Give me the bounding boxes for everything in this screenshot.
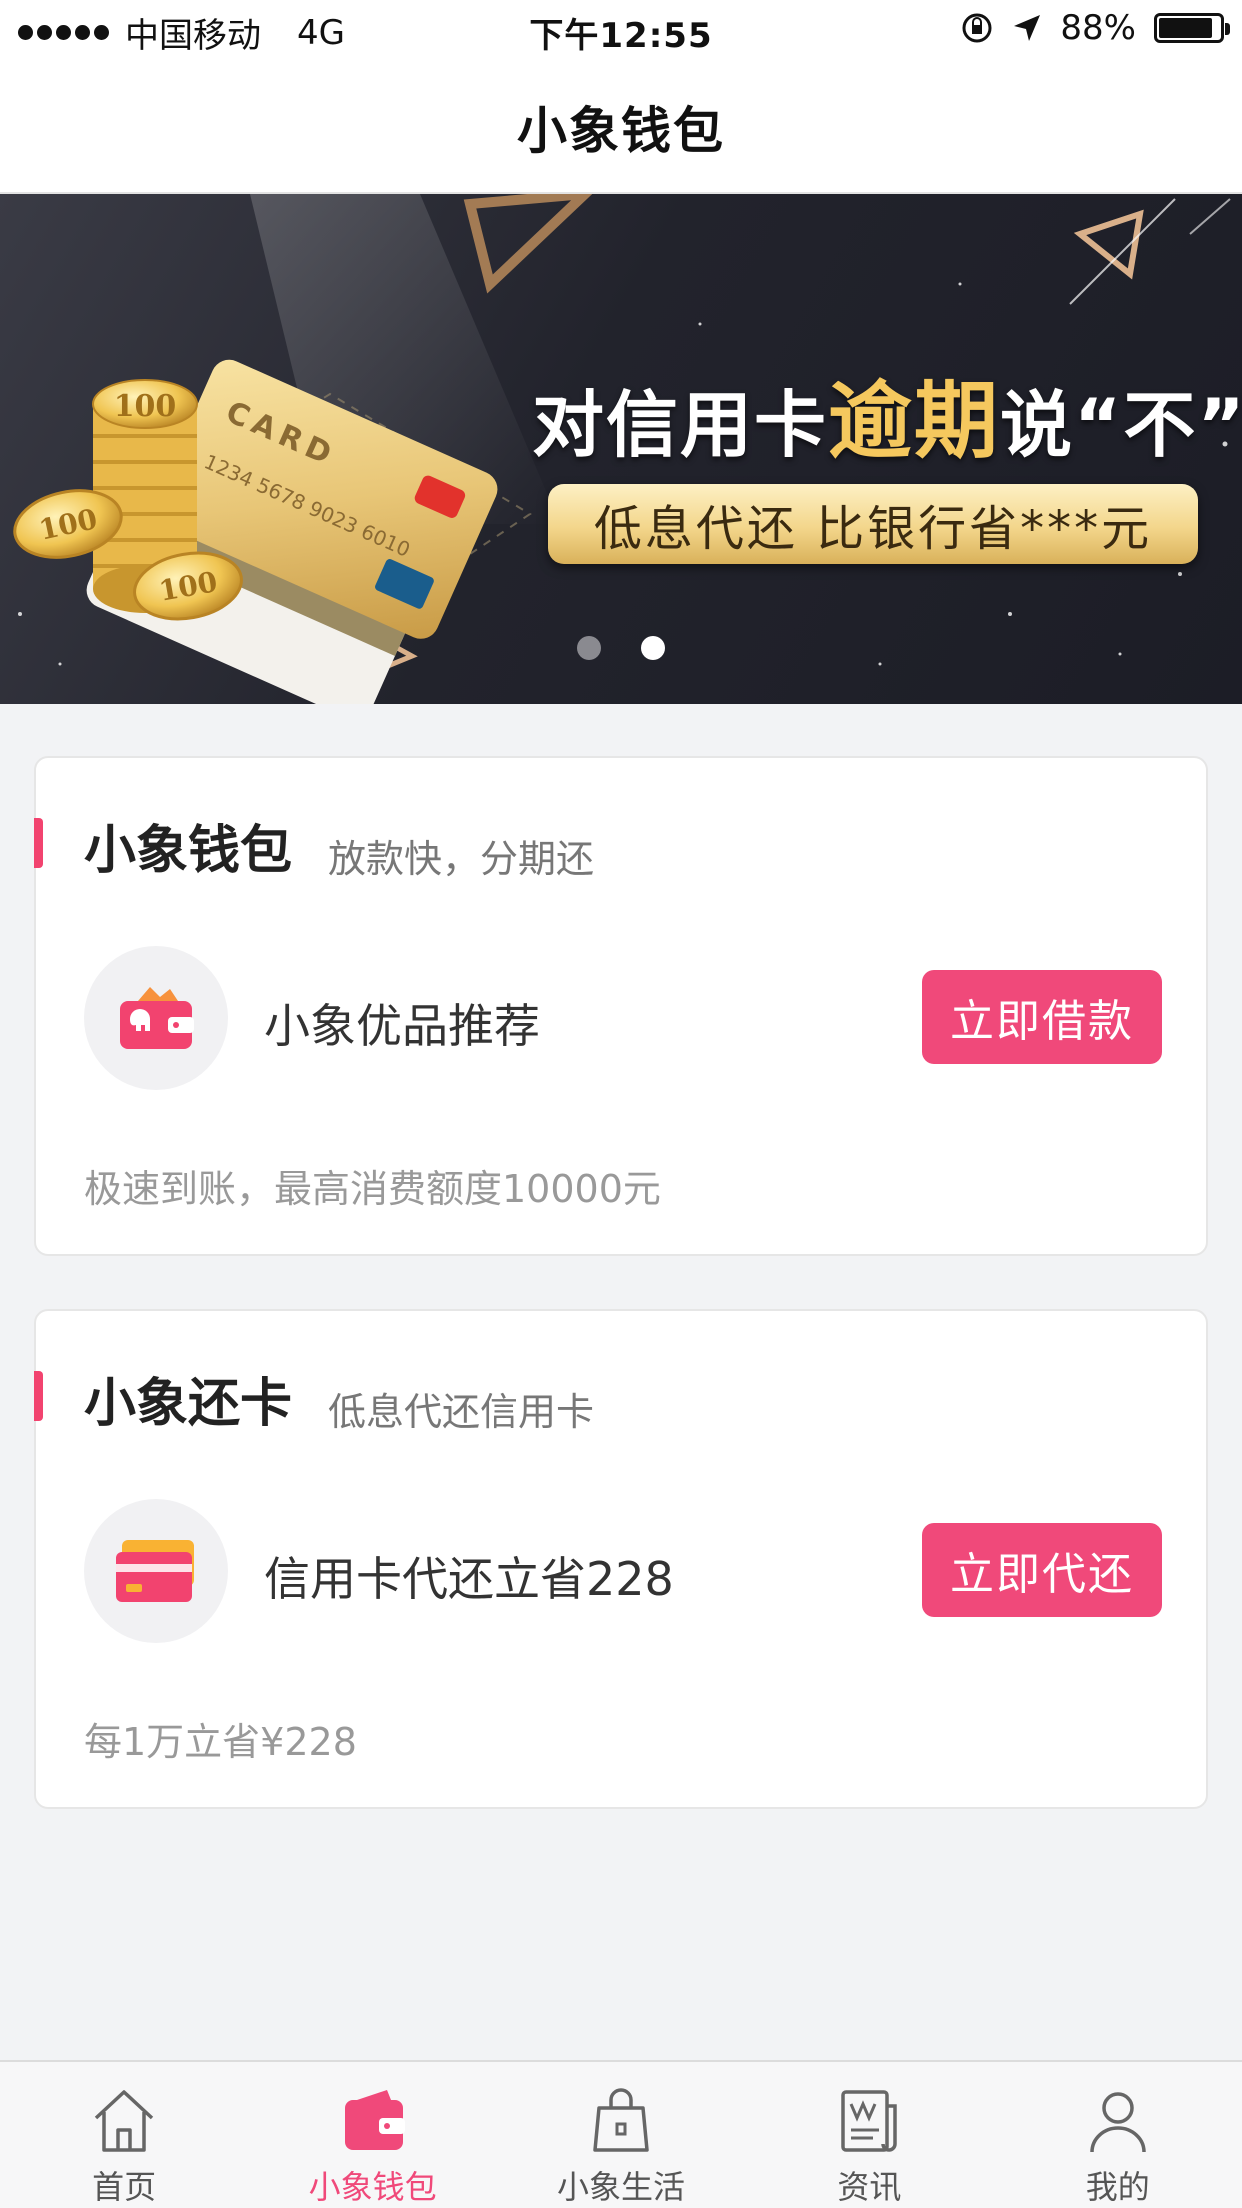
banner-headline: 对信用卡逾期说“不”: [532, 354, 1242, 475]
tab-label: 我的: [1085, 2168, 1150, 2206]
section-accent-bar: [34, 818, 43, 868]
tab-label: 小象钱包: [308, 2168, 437, 2206]
section-accent-bar: [34, 1371, 43, 1421]
card-repay-card: 小象还卡 低息代还信用卡 信用卡代还立省228 立即代还 每1万立省¥228: [34, 1309, 1208, 1809]
card-footer: 每1万立省¥228: [84, 1720, 357, 1764]
carousel-dot[interactable]: [641, 636, 665, 660]
promo-banner[interactable]: CARD 1234 5678 9023 6010 100 100 100 对信用…: [0, 194, 1242, 704]
shopping-bag-icon: [593, 2088, 649, 2152]
tab-label: 小象生活: [556, 2168, 685, 2206]
wallet-icon: [344, 2090, 405, 2150]
status-bar: 中国移动 4G 下午12:55 88%: [0, 0, 1242, 62]
card-subtitle: 低息代还信用卡: [328, 1390, 595, 1434]
coin-label: 100: [114, 389, 177, 424]
item-label[interactable]: 小象优品推荐: [264, 990, 540, 1056]
tab-me[interactable]: 我的: [994, 2062, 1242, 2208]
tab-label: 资讯: [837, 2168, 902, 2206]
headline-pre: 对信用卡: [532, 383, 829, 467]
banner-pill: 低息代还 比银行省***元: [548, 484, 1198, 564]
tab-life[interactable]: 小象生活: [497, 2062, 745, 2208]
card-footer: 极速到账，最高消费额度10000元: [84, 1167, 661, 1211]
tab-wallet[interactable]: 小象钱包: [248, 2062, 496, 2208]
battery-percent: 88%: [1060, 8, 1136, 48]
carousel-indicators[interactable]: [0, 636, 1242, 660]
orientation-lock-icon: [962, 13, 992, 43]
news-icon: [841, 2090, 898, 2152]
borrow-now-button[interactable]: 立即借款: [922, 970, 1162, 1064]
repay-now-button[interactable]: 立即代还: [922, 1523, 1162, 1617]
wallet-card: 小象钱包 放款快，分期还 小象优品推荐 立即借款 极速到账，最高消费额度1000…: [34, 756, 1208, 1256]
carousel-dot[interactable]: [577, 636, 601, 660]
tab-news[interactable]: 资讯: [745, 2062, 993, 2208]
elephant-wallet-icon: [84, 946, 228, 1090]
card-title: 小象钱包: [84, 821, 293, 881]
home-icon: [94, 2090, 154, 2152]
headline-highlight: 逾期: [828, 372, 1001, 470]
card-subtitle: 放款快，分期还: [328, 837, 595, 881]
user-icon: [1090, 2092, 1146, 2153]
tab-home[interactable]: 首页: [0, 2062, 248, 2208]
nav-bar: 小象钱包: [0, 62, 1242, 194]
tab-label: 首页: [92, 2168, 157, 2206]
battery-icon: [1154, 13, 1230, 43]
headline-post: 说“不”: [1000, 383, 1242, 467]
card-title: 小象还卡: [84, 1374, 293, 1434]
tab-bar: 首页 小象钱包 小象生活 资讯 我的: [0, 2060, 1242, 2208]
item-label[interactable]: 信用卡代还立省228: [264, 1543, 674, 1609]
credit-card-icon: [84, 1499, 228, 1643]
page-title: 小象钱包: [517, 102, 725, 160]
location-arrow-icon: [1014, 15, 1041, 41]
